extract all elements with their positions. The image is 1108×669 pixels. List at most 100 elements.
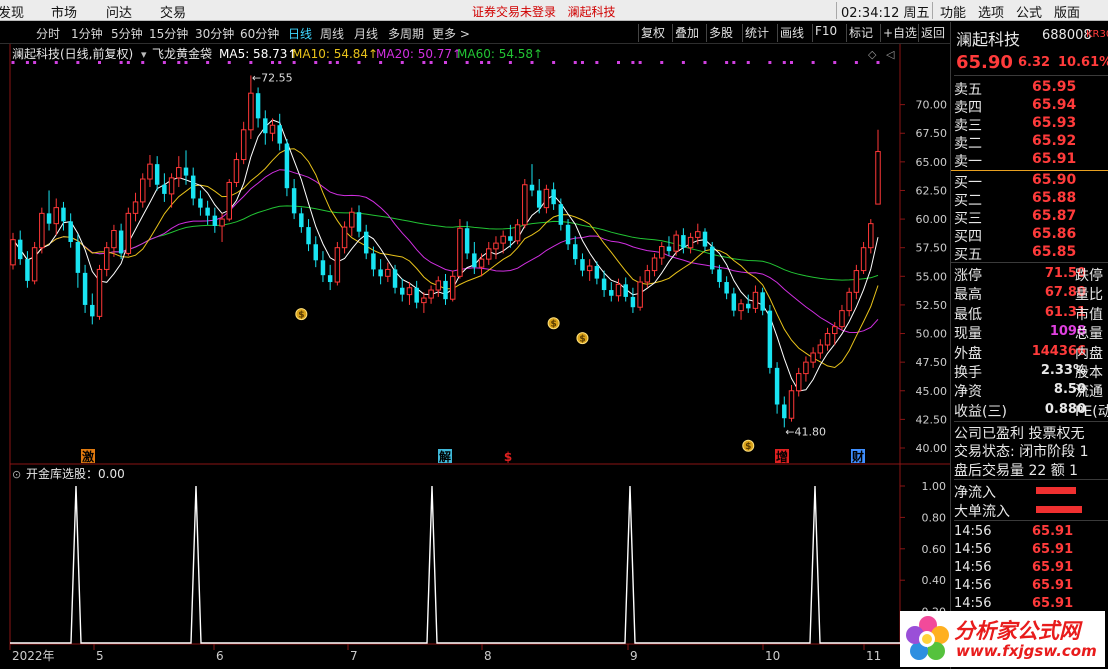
- signal-dot: [508, 61, 512, 64]
- btn-f10[interactable]: F10: [812, 24, 839, 42]
- candle-body-up: [349, 211, 355, 228]
- level-price: 65.88: [1032, 190, 1077, 206]
- candle-body-up: [385, 268, 391, 277]
- ask-row[interactable]: 卖三 65.93: [954, 115, 1108, 134]
- signal-dot: [681, 61, 685, 64]
- btn-back[interactable]: 返回: [918, 24, 947, 42]
- level-label: 买一: [954, 175, 982, 191]
- candle-body-up: [514, 224, 521, 242]
- dropdown-icon[interactable]: ▾: [141, 48, 147, 61]
- signal-dot: [422, 61, 426, 64]
- candle-body-up: [96, 268, 103, 317]
- candle-body-down: [414, 287, 419, 303]
- candle-body-up: [644, 270, 651, 283]
- bid-row[interactable]: 买五 65.85: [954, 244, 1108, 263]
- time-tick-label: 7: [350, 649, 358, 663]
- signal-dot: [444, 61, 447, 64]
- menu-item-discover[interactable]: 发现: [0, 2, 24, 21]
- event-marker-label: 增: [776, 449, 788, 464]
- period-fenshi[interactable]: 分时: [36, 25, 60, 42]
- candle-body-down: [551, 189, 556, 205]
- period-daily[interactable]: 日线: [288, 25, 312, 42]
- tick-row: 14:56 65.91: [954, 578, 1108, 596]
- tick-row: 14:56 65.91: [954, 542, 1108, 560]
- period-weekly[interactable]: 周线: [320, 25, 344, 42]
- watermark-name: 分析家公式网: [954, 619, 1080, 643]
- watermark-url: www.fxjgsw.com: [956, 642, 1097, 660]
- ma5-line: [12, 119, 879, 392]
- menu-item-wenda[interactable]: 问达: [106, 2, 132, 21]
- event-marker-label: 激: [82, 449, 94, 464]
- btn-mark[interactable]: 标记: [846, 24, 875, 42]
- candle-body-up: [839, 310, 845, 328]
- candle-body-up: [832, 326, 838, 335]
- kline-chart[interactable]: 70.00 67.50 65.00 62.50 60.00 57.50 55.00 52.50…: [0, 44, 950, 669]
- bid-row[interactable]: 买一 65.90: [954, 172, 1108, 191]
- candle-body-down: [371, 253, 376, 270]
- sub-chart-collapse-icon[interactable]: ⊙: [12, 468, 21, 481]
- btn-draw[interactable]: 画线: [777, 24, 806, 42]
- candle-body-down: [183, 167, 189, 176]
- candle-body-down: [717, 269, 722, 283]
- signal-dot: [617, 61, 620, 64]
- period-more[interactable]: 更多 >: [432, 25, 470, 42]
- btn-overlay[interactable]: 叠加: [672, 24, 701, 42]
- diamond-icon[interactable]: ◇: [868, 48, 877, 61]
- period-60min[interactable]: 60分钟: [240, 25, 279, 42]
- candle-body-down: [464, 228, 470, 254]
- btn-fuquan[interactable]: 复权: [638, 24, 667, 42]
- btn-add-watch[interactable]: +自选: [880, 24, 919, 42]
- btn-stats[interactable]: 统计: [742, 24, 771, 42]
- ask-row[interactable]: 卖五 65.95: [954, 79, 1108, 98]
- signal-dot: [732, 61, 736, 64]
- period-monthly[interactable]: 月线: [354, 25, 378, 42]
- candle-body-down: [392, 269, 398, 288]
- period-30min[interactable]: 30分钟: [195, 25, 234, 42]
- event-marker-label: 解: [439, 449, 451, 464]
- menu-item-layout[interactable]: 版面: [1054, 2, 1080, 21]
- price-tick-label: 40.00: [916, 442, 948, 455]
- menu-item-trade[interactable]: 交易: [160, 2, 186, 21]
- stat-right-label: 总量: [1075, 326, 1103, 343]
- signal-dot: [595, 61, 599, 64]
- menu-item-formula[interactable]: 公式: [1016, 2, 1042, 21]
- price-tick-label: 47.50: [916, 356, 948, 369]
- period-1min[interactable]: 1分钟: [71, 25, 103, 42]
- candle-body-down: [291, 188, 297, 214]
- signal-dot: [631, 61, 635, 64]
- stat-label: 换手: [954, 365, 982, 381]
- stat-row: 现量 1098 总量: [954, 323, 1108, 343]
- signal-dot: [162, 61, 166, 64]
- period-5min[interactable]: 5分钟: [111, 25, 143, 42]
- signal-dot: [790, 61, 793, 64]
- signal-dot: [429, 61, 433, 64]
- signal-dot: [249, 61, 253, 64]
- period-multi[interactable]: 多周期: [388, 25, 424, 42]
- candle-body-up: [695, 231, 701, 238]
- login-notice: 证券交易未登录 澜起科技: [472, 5, 616, 19]
- period-15min[interactable]: 15分钟: [149, 25, 188, 42]
- tick-row: 14:56 65.91: [954, 560, 1108, 578]
- bid-row[interactable]: 买四 65.86: [954, 226, 1108, 245]
- indicator-name[interactable]: 飞龙黄金袋: [152, 46, 212, 61]
- candle-body-up: [803, 361, 809, 375]
- candle-body-down: [601, 278, 607, 291]
- candle-body-down: [198, 198, 203, 208]
- level-label: 卖三: [954, 118, 982, 134]
- candle-body-up: [421, 297, 427, 304]
- btn-multistock[interactable]: 多股: [706, 24, 735, 42]
- sub-chart-header: 开金库选股：0.00: [26, 466, 125, 481]
- bid-row[interactable]: 买二 65.88: [954, 190, 1108, 209]
- ask-row[interactable]: 卖一 65.91: [954, 151, 1108, 170]
- stat-right-label: 流通: [1075, 384, 1103, 401]
- ask-row[interactable]: 卖四 65.94: [954, 97, 1108, 116]
- candle-body-up: [428, 289, 434, 299]
- ask-row[interactable]: 卖二 65.92: [954, 133, 1108, 152]
- menu-item-options[interactable]: 选项: [978, 2, 1004, 21]
- menu-item-market[interactable]: 市场: [51, 2, 77, 21]
- menu-item-function[interactable]: 功能: [940, 2, 966, 21]
- signal-dot: [530, 61, 534, 64]
- collapse-icon[interactable]: ◁: [886, 48, 895, 61]
- bid-row[interactable]: 买三 65.87: [954, 208, 1108, 227]
- ma10-label: MA10: 54.84↑: [292, 47, 378, 61]
